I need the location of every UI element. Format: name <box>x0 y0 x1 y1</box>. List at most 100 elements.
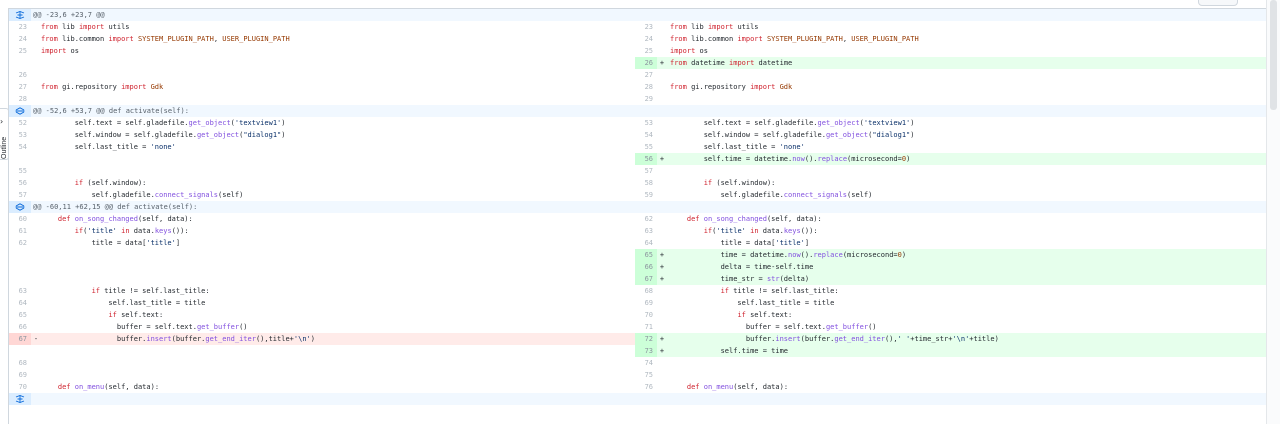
left-line-number[interactable]: 65 <box>9 309 31 321</box>
code-token: () <box>239 323 248 331</box>
right-line-number[interactable]: 69 <box>635 297 657 309</box>
left-line-number[interactable]: 53 <box>9 129 31 141</box>
left-line-number[interactable]: 61 <box>9 225 31 237</box>
left-line-number[interactable] <box>9 153 31 165</box>
chevron-right-icon: › <box>0 117 4 126</box>
outline-toggle[interactable]: › Outline <box>0 108 9 160</box>
left-line-number[interactable]: 63 <box>9 285 31 297</box>
expand-lines-button[interactable] <box>9 105 31 117</box>
code-token: 'title' <box>87 227 117 235</box>
right-line-number[interactable]: 28 <box>635 81 657 93</box>
right-line-number[interactable]: 66 <box>635 261 657 273</box>
right-line-number[interactable]: 26 <box>635 57 657 69</box>
right-line-number[interactable]: 25 <box>635 45 657 57</box>
right-line-number[interactable]: 65 <box>635 249 657 261</box>
right-line-number[interactable]: 70 <box>635 309 657 321</box>
left-line-number[interactable]: 68 <box>9 357 31 369</box>
code-token: ) <box>910 119 915 127</box>
right-line-number[interactable]: 53 <box>635 117 657 129</box>
left-line-number[interactable]: 27 <box>9 81 31 93</box>
right-line-number[interactable]: 73 <box>635 345 657 357</box>
left-line-number[interactable] <box>9 261 31 273</box>
right-line-number[interactable]: 54 <box>635 129 657 141</box>
right-line-number[interactable]: 55 <box>635 141 657 153</box>
left-line-number[interactable]: 57 <box>9 189 31 201</box>
code-token: gi.repository <box>57 83 122 91</box>
right-line-number[interactable]: 57 <box>635 165 657 177</box>
right-line-number[interactable]: 56 <box>635 153 657 165</box>
code-token: replace <box>813 251 843 259</box>
right-line-number[interactable]: 59 <box>635 189 657 201</box>
right-line-number[interactable]: 29 <box>635 93 657 105</box>
expand-lines-button[interactable] <box>9 201 31 213</box>
right-code <box>670 93 1266 105</box>
vertical-scrollbar[interactable] <box>1266 0 1280 424</box>
code-token: get_object <box>188 119 231 127</box>
right-line-number[interactable]: 23 <box>635 21 657 33</box>
code-token: if <box>74 227 84 235</box>
right-line-number[interactable]: 64 <box>635 237 657 249</box>
right-line-number[interactable]: 24 <box>635 33 657 45</box>
right-line-number[interactable]: 72 <box>635 333 657 345</box>
code-token: lib.common <box>686 35 738 43</box>
right-line-number[interactable]: 74 <box>635 357 657 369</box>
code-token: title = data[ <box>670 239 776 247</box>
left-line-number[interactable]: 54 <box>9 141 31 153</box>
code-token: buffer = self.text. <box>41 323 197 331</box>
right-code: from lib import utils <box>670 21 1266 33</box>
left-line-number[interactable]: 52 <box>9 117 31 129</box>
left-line-number[interactable]: 25 <box>9 45 31 57</box>
left-line-number[interactable]: 55 <box>9 165 31 177</box>
right-code: time_str = str(delta) <box>670 273 1266 285</box>
left-line-number[interactable]: 60 <box>9 213 31 225</box>
code-token: () <box>868 323 877 331</box>
right-line-number[interactable]: 71 <box>635 321 657 333</box>
left-code: self.last_title = title <box>41 297 634 309</box>
code-token: ) <box>901 251 907 259</box>
left-line-number[interactable] <box>9 345 31 357</box>
left-line-number[interactable]: 28 <box>9 93 31 105</box>
left-line-number[interactable]: 69 <box>9 369 31 381</box>
left-line-number[interactable]: 67 <box>9 333 31 345</box>
right-line-number[interactable]: 63 <box>635 225 657 237</box>
expand-lines-button[interactable] <box>9 393 31 405</box>
right-line-number[interactable]: 27 <box>635 69 657 81</box>
left-line-number[interactable]: 66 <box>9 321 31 333</box>
view-file-button[interactable] <box>1198 0 1238 6</box>
diff-row: 67 + time_str = str(delta) <box>9 273 1266 285</box>
code-token: buffer = self.text. <box>670 323 826 331</box>
code-token: from <box>670 83 687 91</box>
code-token: keys <box>783 227 801 235</box>
right-line-number[interactable]: 62 <box>635 213 657 225</box>
left-code <box>41 165 634 177</box>
right-line-number[interactable]: 58 <box>635 177 657 189</box>
left-line-number[interactable]: 62 <box>9 237 31 249</box>
right-line-number[interactable]: 67 <box>635 273 657 285</box>
left-line-number[interactable]: 23 <box>9 21 31 33</box>
right-line-number[interactable]: 76 <box>635 381 657 393</box>
diff-row: 65 + time = datetime.now().replace(micros… <box>9 249 1266 261</box>
left-line-number[interactable] <box>9 57 31 69</box>
left-code: buffer.insert(buffer.get_end_iter(),titl… <box>41 333 634 345</box>
code-token: on_menu <box>74 383 105 391</box>
left-line-number[interactable] <box>9 249 31 261</box>
split-diff-table: @@ -23,6 +23,7 @@ 23 from lib import utils… <box>8 8 1266 424</box>
code-token: if <box>74 179 84 187</box>
expand-lines-button[interactable] <box>9 9 31 21</box>
code-token: (self, data): <box>104 383 160 391</box>
code-token: 'textview1' <box>863 119 911 127</box>
right-line-number[interactable]: 75 <box>635 369 657 381</box>
scrollbar-thumb[interactable] <box>1270 0 1277 110</box>
right-code: title = data['title'] <box>670 237 1266 249</box>
right-line-number[interactable]: 68 <box>635 285 657 297</box>
left-line-number[interactable]: 70 <box>9 381 31 393</box>
left-line-number[interactable]: 24 <box>9 33 31 45</box>
left-line-number[interactable]: 56 <box>9 177 31 189</box>
diff-row: 27 from gi.repository import Gdk 28 from gi… <box>9 81 1266 93</box>
left-line-number[interactable]: 64 <box>9 297 31 309</box>
left-line-number[interactable] <box>9 273 31 285</box>
left-line-number[interactable]: 26 <box>9 69 31 81</box>
code-token: def <box>686 383 700 391</box>
code-token: lib <box>686 23 708 31</box>
